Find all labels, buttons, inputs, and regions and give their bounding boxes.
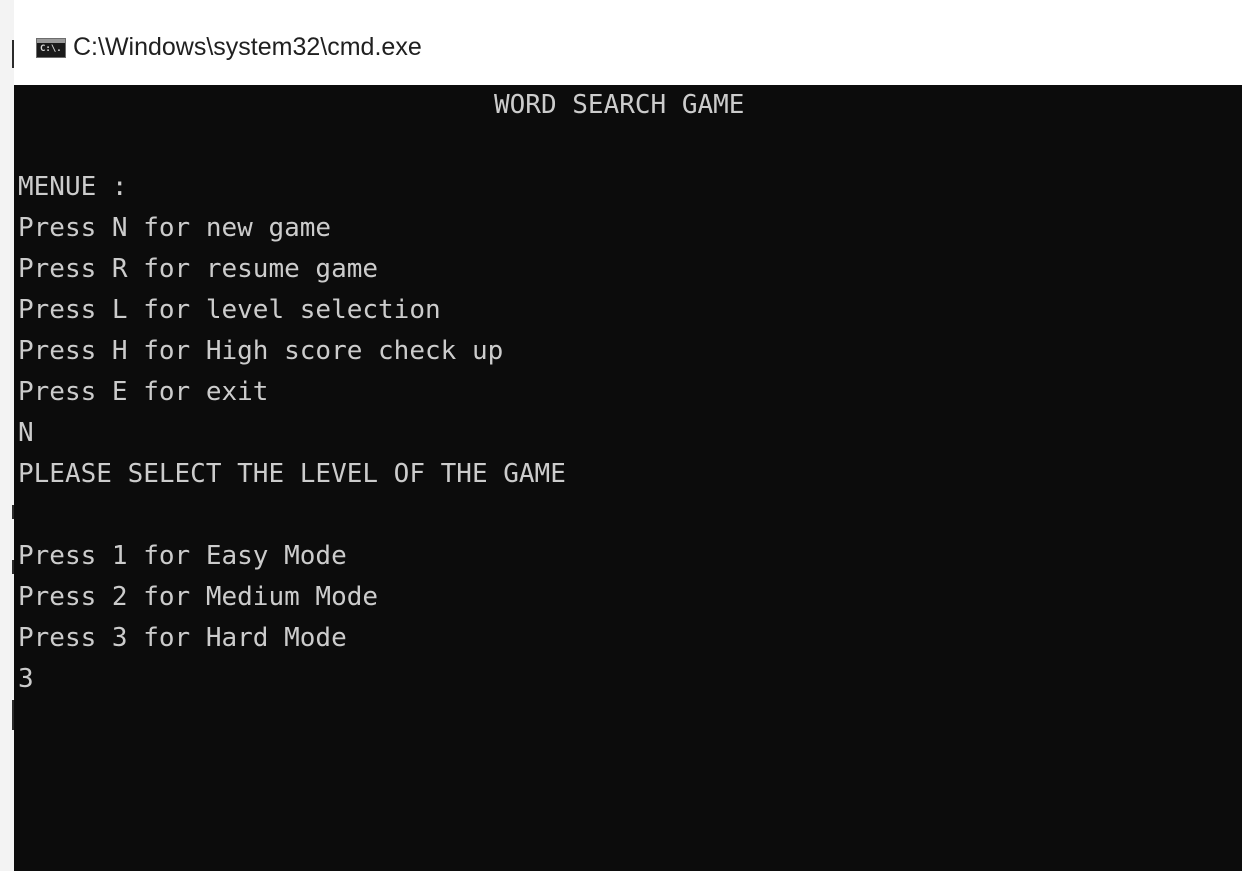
console-line: Press E for exit: [18, 377, 269, 407]
console-line: Press N for new game: [18, 213, 332, 243]
console-line: Press H for High score check up: [18, 336, 504, 366]
title-bar[interactable]: C:\. C:\Windows\system32\cmd.exe: [14, 0, 1242, 85]
background-window-edge: [0, 0, 14, 871]
console-line: Press 3 for Hard Mode: [18, 623, 347, 653]
console-line: Press R for resume game: [18, 254, 379, 284]
console-lines: MENUE : Press N for new game Press R for…: [18, 167, 566, 700]
console-line: Press L for level selection: [18, 295, 441, 325]
console-output[interactable]: WORD SEARCH GAME MENUE : Press N for new…: [14, 85, 1242, 871]
game-title: WORD SEARCH GAME: [494, 90, 745, 120]
console-line: PLEASE SELECT THE LEVEL OF THE GAME: [18, 459, 566, 489]
cmd-window: C:\. C:\Windows\system32\cmd.exe WORD SE…: [0, 0, 1242, 871]
console-line: 3: [18, 664, 34, 694]
console-line: MENUE :: [18, 172, 128, 202]
console-line: N: [18, 418, 34, 448]
window-title: C:\Windows\system32\cmd.exe: [73, 33, 422, 61]
cmd-icon[interactable]: C:\.: [36, 38, 66, 58]
console-line: Press 2 for Medium Mode: [18, 582, 379, 612]
cmd-icon-glyph: C:\.: [40, 44, 62, 54]
console-line: Press 1 for Easy Mode: [18, 541, 347, 571]
